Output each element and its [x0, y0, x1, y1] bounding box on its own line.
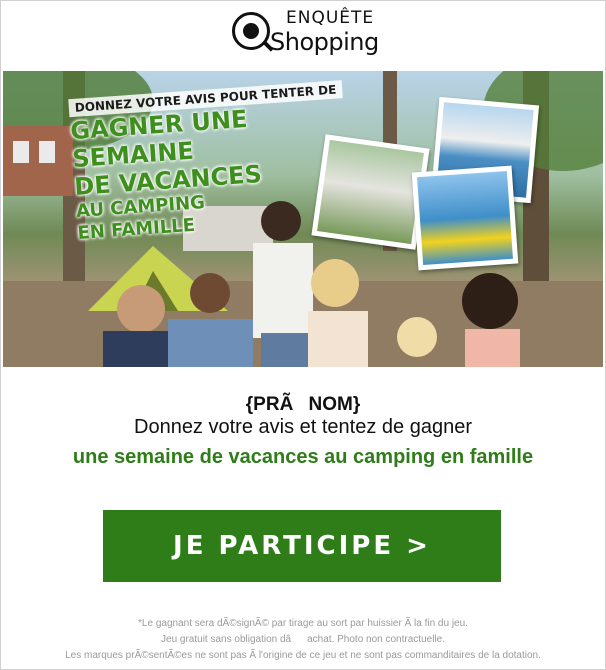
enquete-shopping-logo[interactable]: ENQUÊTE Shopping: [232, 6, 382, 62]
logo-text-bottom: Shopping: [270, 28, 379, 56]
invite-text: Donnez votre avis et tentez de gagner: [134, 416, 472, 438]
hero-banner[interactable]: DONNEZ VOTRE AVIS POUR TENTER DE GAGNER …: [3, 71, 603, 367]
legal-line-1: *Le gagnant sera dÃ©signÃ© par tirage au…: [138, 618, 468, 629]
logo-text-top: ENQUÊTE: [286, 8, 375, 28]
legal-line-3: Les marques prÃ©sentÃ©es ne sont pas Ã l…: [65, 650, 541, 661]
hero-headline: DONNEZ VOTRE AVIS POUR TENTER DE GAGNER …: [68, 79, 367, 245]
prize-text: une semaine de vacances au camping en fa…: [72, 446, 534, 468]
legal-line-2: Jeu gratuit sans obligation dâachat. P…: [161, 634, 445, 645]
photo-water-ride: [411, 165, 519, 271]
legal-notice: *Le gagnant sera dÃ©signÃ© par tirage au…: [0, 616, 606, 664]
participate-button[interactable]: JE PARTICIPE >: [103, 510, 501, 582]
first-name-placeholder: {PRÃNOM}: [245, 394, 361, 415]
